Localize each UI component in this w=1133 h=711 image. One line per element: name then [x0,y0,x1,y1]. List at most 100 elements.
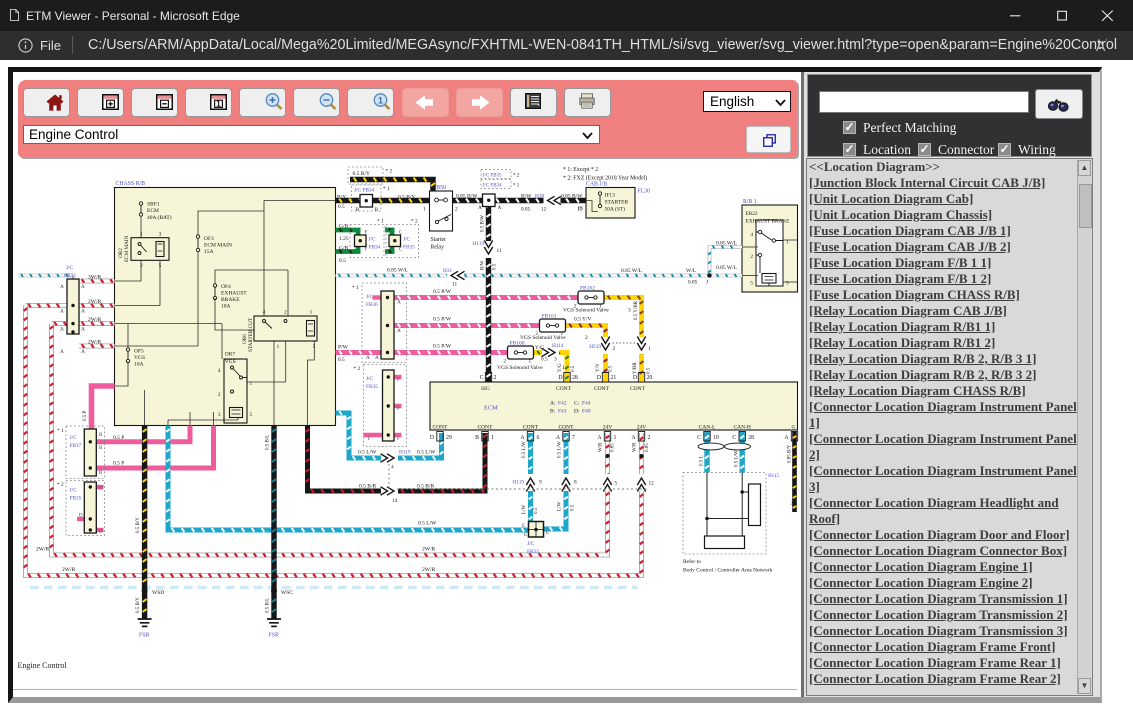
svg-text:4: 4 [218,368,221,374]
svg-text:OF3: OF3 [204,236,214,242]
svg-text:ECM: ECM [147,208,159,214]
svg-text:20: 20 [647,375,653,381]
svg-text:* 1: * 1 [513,184,520,189]
svg-text:CAB J/B: CAB J/B [586,182,607,188]
svg-text:9: 9 [539,480,542,486]
svg-text:EXHAUST BRAKE: EXHAUST BRAKE [746,219,790,225]
svg-text:D: D [99,487,103,492]
svg-text:0.85: 0.85 [611,443,616,452]
svg-text:2: 2 [535,331,538,337]
svg-text:0.85 B/W: 0.85 B/W [561,194,583,200]
svg-text:F43: F43 [558,409,567,415]
svg-text:11: 11 [452,282,457,288]
svg-text:0.85: 0.85 [688,280,698,286]
svg-text:2: 2 [585,335,588,341]
svg-text:0.5 B/Y: 0.5 B/Y [398,195,415,201]
svg-text:2: 2 [613,346,616,352]
svg-text:0.85 B/Y: 0.85 B/Y [788,444,793,463]
svg-text:J/C: J/C [403,237,411,243]
svg-text:VGS: VGS [134,355,145,361]
svg-text:CHASS R/B: CHASS R/B [116,181,146,187]
svg-text:VGS Solenoid Valve: VGS Solenoid Valve [497,365,543,371]
svg-text:A: A [60,327,64,333]
svg-text:15: 15 [577,207,583,213]
svg-text:0.5: 0.5 [541,357,548,363]
svg-text:2: 2 [455,207,458,213]
svg-text:3: 3 [786,281,789,287]
svg-text:11: 11 [497,248,502,254]
svg-text:A: A [60,309,64,315]
svg-text:IF13: IF13 [605,193,616,199]
svg-text:24V: 24V [637,425,647,431]
svg-text:3W/R: 3W/R [88,275,101,281]
svg-text:2W/R: 2W/R [88,299,101,305]
svg-text:B: B [375,207,379,213]
svg-text:SBF1: SBF1 [147,202,160,208]
svg-text:2W/R: 2W/R [422,547,435,553]
svg-text:1: 1 [614,435,617,441]
svg-text:W/L: W/L [686,268,697,274]
svg-text:A: A [397,328,401,334]
svg-text:0.5 L: 0.5 L [700,455,705,466]
svg-text:0.85 W/L: 0.85 W/L [387,268,409,274]
svg-text:J: J [706,280,708,286]
svg-text:B: B [475,435,479,441]
svg-text:29: 29 [446,435,452,441]
svg-text:8: 8 [574,480,577,486]
svg-text:OR7: OR7 [225,352,236,358]
svg-text:0.5: 0.5 [571,504,576,511]
svg-text:FB35: FB35 [527,549,539,555]
svg-text:2: 2 [648,435,651,441]
svg-text:24V: 24V [603,425,613,431]
svg-text:2W/R: 2W/R [62,567,75,573]
svg-text:21: 21 [611,375,617,381]
svg-text:CONT: CONT [556,386,572,392]
svg-text:3: 3 [218,412,221,418]
svg-text:J/C FB35: J/C FB35 [483,174,503,179]
svg-text:H31: H31 [443,268,452,274]
svg-text:F: F [397,437,400,442]
svg-text:2W/R: 2W/R [422,567,435,573]
svg-text:Relay: Relay [431,245,445,251]
svg-text:FB162: FB162 [580,286,595,292]
svg-text:A: A [366,355,370,361]
svg-text:A: A [631,435,636,441]
svg-text:5: 5 [750,281,753,287]
svg-text:H115: H115 [768,474,779,479]
svg-text:H38: H38 [535,194,544,200]
svg-text:E: E [524,533,527,538]
svg-text:50A (ST): 50A (ST) [605,206,626,213]
svg-text:0.85 W/L: 0.85 W/L [621,268,643,274]
svg-text:* 1: * 1 [383,186,390,192]
svg-text:G: G [792,425,796,431]
svg-text:0.5 Y/V: 0.5 Y/V [574,317,592,323]
svg-text:* 2: * 2 [411,219,418,225]
svg-text:G/B: G/B [339,224,349,230]
svg-text:1: 1 [250,381,253,387]
svg-text:A: A [375,355,379,361]
svg-text:CONT: CONT [630,386,646,392]
svg-text:A: A [60,284,64,290]
svg-text:WSC: WSC [281,590,293,596]
svg-text:1: 1 [599,304,602,310]
svg-text:10A: 10A [221,304,231,310]
svg-text:1: 1 [648,346,651,352]
svg-text:E: E [522,524,525,529]
svg-text:H119: H119 [399,450,411,456]
svg-text:2: 2 [218,392,221,398]
svg-text:28: 28 [572,375,578,381]
svg-text:D: D [430,435,434,441]
svg-text:1: 1 [423,207,426,213]
svg-text:F42: F42 [558,401,567,407]
svg-text:0.5 L/W: 0.5 L/W [358,450,377,456]
svg-text:* 2: * 2 [513,174,520,179]
svg-text:R/B 1: R/B 1 [743,199,757,205]
svg-text:0.5 P/W: 0.5 P/W [433,317,452,323]
svg-text:15A: 15A [204,249,214,255]
svg-text:Refer to: Refer to [683,558,701,565]
svg-text:* 1: * 1 [352,285,359,291]
svg-text:4: 4 [263,310,266,316]
svg-text:0.5 B/Y: 0.5 B/Y [353,171,370,177]
svg-text:J/C: J/C [70,435,78,441]
svg-text:1: 1 [529,358,532,364]
